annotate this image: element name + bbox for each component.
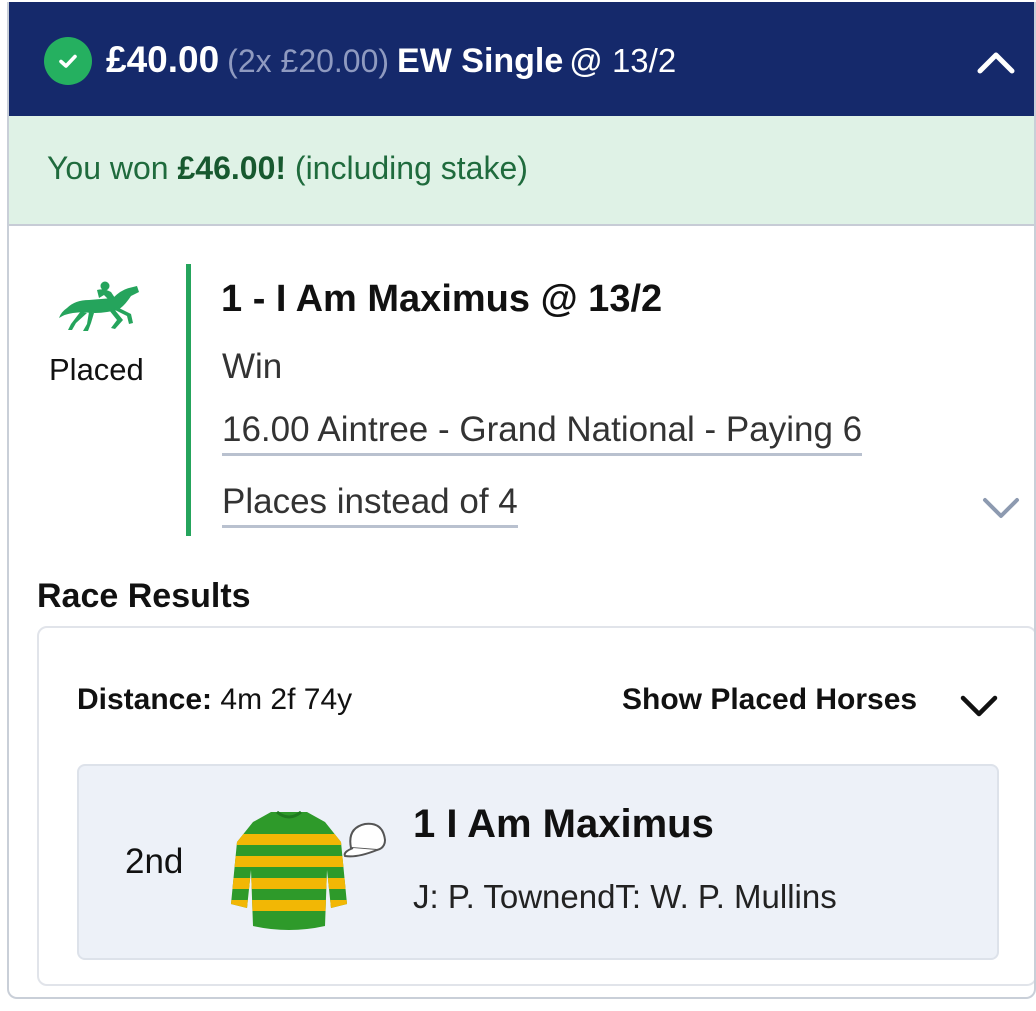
bet-odds: @ 13/2 bbox=[569, 42, 677, 79]
distance-label: Distance: bbox=[77, 683, 213, 716]
win-amount: £46.00! bbox=[177, 150, 287, 186]
event-link[interactable]: 16.00 Aintree - Grand National - Paying … bbox=[222, 410, 863, 456]
check-circle-icon bbox=[44, 37, 92, 85]
jockey-silks-icon bbox=[229, 808, 349, 934]
bet-summary: £40.00 (2x £20.00) EW Single @ 13/2 bbox=[106, 36, 676, 92]
selection-title: 1 - I Am Maximus @ 13/2 bbox=[221, 278, 663, 320]
places-link[interactable]: Places instead of 4 bbox=[222, 482, 518, 528]
chevron-down-icon[interactable] bbox=[957, 686, 1001, 726]
chevron-down-icon[interactable] bbox=[979, 490, 1023, 526]
horse-racing-icon bbox=[57, 278, 141, 332]
runner-row: 2nd 1 I Am Maximus J: P. TownendT: W. P.… bbox=[77, 764, 999, 960]
bet-type: EW Single bbox=[397, 42, 564, 80]
selection-market: Win bbox=[222, 347, 283, 386]
race-distance: Distance: 4m 2f 74y bbox=[77, 683, 352, 717]
bet-card: £40.00 (2x £20.00) EW Single @ 13/2 You won… bbox=[7, 2, 1036, 999]
race-results-panel: Distance: 4m 2f 74y Show Placed Horses 2… bbox=[37, 626, 1034, 986]
win-suffix: (including stake) bbox=[294, 150, 528, 186]
selection-status: Placed bbox=[49, 352, 144, 387]
race-results-title: Race Results bbox=[37, 577, 251, 615]
finish-position: 2nd bbox=[125, 842, 184, 881]
selection-accent-bar bbox=[186, 264, 191, 536]
cap-icon bbox=[341, 818, 389, 862]
bet-header[interactable]: £40.00 (2x £20.00) EW Single @ 13/2 bbox=[9, 2, 1034, 116]
jockey-trainer: J: P. TownendT: W. P. Mullins bbox=[413, 878, 837, 915]
chevron-up-icon[interactable] bbox=[974, 40, 1018, 84]
distance-value: 4m 2f 74y bbox=[220, 683, 353, 716]
win-prefix: You won bbox=[47, 150, 169, 186]
runner-name: 1 I Am Maximus bbox=[413, 802, 714, 846]
total-stake: £40.00 bbox=[106, 39, 220, 80]
show-placed-horses-button[interactable]: Show Placed Horses bbox=[622, 683, 917, 717]
win-message: You won £46.00! (including stake) bbox=[47, 150, 528, 187]
stake-split: (2x £20.00) bbox=[227, 43, 390, 79]
win-banner: You won £46.00! (including stake) bbox=[9, 116, 1034, 226]
